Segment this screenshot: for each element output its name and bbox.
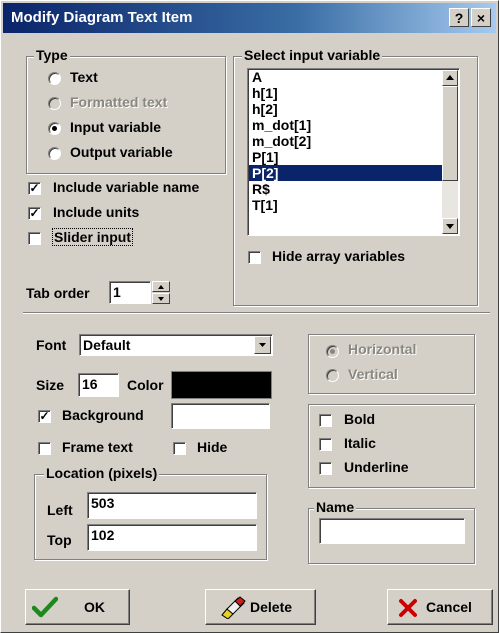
bold-checkbox[interactable]: [319, 414, 332, 427]
left-input[interactable]: 503: [87, 492, 257, 519]
name-group-title: Name: [314, 499, 357, 515]
font-dropdown-button[interactable]: [254, 336, 271, 354]
color-swatch[interactable]: [171, 371, 272, 399]
radio-dot-icon: [52, 126, 57, 131]
variable-list-item[interactable]: R$: [249, 181, 445, 197]
scroll-thumb[interactable]: [442, 86, 458, 181]
eraser-icon: [221, 596, 246, 619]
font-select[interactable]: Default: [79, 334, 273, 356]
include-units-checkbox[interactable]: ✓: [28, 207, 41, 220]
color-label: Color: [127, 377, 164, 393]
type-formatted-text-label: Formatted text: [70, 94, 168, 110]
background-label[interactable]: Background: [62, 407, 144, 423]
type-text-label[interactable]: Text: [70, 69, 98, 85]
checkmark-icon: [32, 596, 58, 618]
size-label: Size: [36, 377, 65, 393]
variable-list-item[interactable]: P[1]: [249, 149, 445, 165]
arrow-down-icon: [446, 224, 454, 229]
hide-checkbox[interactable]: [173, 442, 186, 455]
background-checkbox[interactable]: ✓: [38, 410, 51, 423]
cancel-label: Cancel: [426, 599, 472, 615]
type-output-variable-label[interactable]: Output variable: [70, 144, 173, 160]
type-text-radio[interactable]: [48, 72, 61, 85]
variable-list-item[interactable]: m_dot[2]: [249, 133, 445, 149]
ok-label: OK: [84, 599, 105, 615]
cancel-button[interactable]: Cancel: [387, 589, 493, 625]
include-variable-name-label[interactable]: Include variable name: [53, 179, 199, 195]
tab-order-spinner[interactable]: [152, 281, 170, 304]
variable-list-item[interactable]: h[2]: [249, 101, 445, 117]
size-input[interactable]: 16: [78, 373, 119, 397]
font-label: Font: [36, 337, 67, 353]
arrow-up-icon: [446, 75, 454, 80]
bold-label[interactable]: Bold: [344, 411, 375, 427]
left-label: Left: [47, 502, 73, 518]
type-input-variable-label[interactable]: Input variable: [70, 119, 161, 135]
chevron-down-icon: [259, 343, 266, 347]
variable-listbox[interactable]: Ah[1] h[2] m_dot[1] m_dot[2] P[1] P[2] R$ T[1]: [247, 68, 460, 236]
vertical-radio: [326, 369, 339, 382]
background-color-field[interactable]: [171, 403, 270, 429]
help-button[interactable]: ?: [449, 8, 469, 27]
vertical-label: Vertical: [348, 366, 398, 382]
variable-list-item[interactable]: h[1]: [249, 85, 445, 101]
scroll-up-button[interactable]: [442, 70, 458, 86]
radio-dot-icon: [330, 349, 335, 354]
top-input[interactable]: 102: [87, 524, 257, 551]
spin-down-button[interactable]: [152, 293, 170, 304]
variable-list-item[interactable]: A: [249, 69, 445, 85]
frame-text-label[interactable]: Frame text: [62, 439, 133, 455]
location-group-title: Location (pixels): [44, 465, 160, 481]
arrow-up-icon: [158, 285, 164, 289]
type-formatted-text-radio: [48, 97, 61, 110]
horizontal-radio: [326, 345, 339, 358]
frame-text-checkbox[interactable]: [38, 442, 51, 455]
list-scrollbar[interactable]: [442, 70, 458, 234]
name-input[interactable]: [319, 518, 465, 544]
hide-array-variables-checkbox[interactable]: [248, 251, 261, 264]
text-style-group: [308, 404, 475, 488]
type-input-variable-radio[interactable]: [48, 122, 61, 135]
title-bar[interactable]: Modify Diagram Text Item ? ×: [3, 3, 496, 33]
include-units-label[interactable]: Include units: [53, 204, 139, 220]
include-variable-name-checkbox[interactable]: ✓: [28, 182, 41, 195]
hide-array-variables-label[interactable]: Hide array variables: [272, 248, 405, 264]
variable-group-title: Select input variable: [242, 47, 383, 63]
top-label: Top: [47, 532, 72, 548]
underline-checkbox[interactable]: [319, 462, 332, 475]
arrow-down-icon: [158, 297, 164, 301]
window-title: Modify Diagram Text Item: [11, 9, 193, 26]
italic-label[interactable]: Italic: [344, 435, 376, 451]
type-group-title: Type: [34, 47, 70, 63]
tab-order-input[interactable]: 1: [109, 281, 151, 304]
separator: [23, 312, 490, 314]
delete-button[interactable]: Delete: [205, 589, 316, 625]
tab-order-label: Tab order: [26, 285, 90, 301]
slider-input-checkbox[interactable]: [28, 232, 41, 245]
variable-list-item[interactable]: T[1]: [249, 197, 445, 213]
underline-label[interactable]: Underline: [344, 459, 409, 475]
type-output-variable-radio[interactable]: [48, 147, 61, 160]
modify-diagram-text-item-dialog: Modify Diagram Text Item ? × Type Text F…: [0, 0, 499, 633]
variable-list: Ah[1] h[2] m_dot[1] m_dot[2] P[1] P[2] R$ T[1]: [248, 69, 459, 213]
font-select-value: Default: [83, 337, 131, 353]
close-button[interactable]: ×: [471, 8, 491, 27]
variable-list-item[interactable]: P[2]: [249, 165, 445, 181]
slider-input-label[interactable]: Slider input: [52, 228, 133, 246]
ok-button[interactable]: OK: [25, 589, 130, 625]
delete-label: Delete: [250, 599, 293, 615]
scroll-down-button[interactable]: [442, 218, 458, 234]
italic-checkbox[interactable]: [319, 438, 332, 451]
red-x-icon: [399, 599, 417, 617]
horizontal-label: Horizontal: [348, 341, 417, 357]
variable-list-item[interactable]: m_dot[1]: [249, 117, 445, 133]
spin-up-button[interactable]: [152, 281, 170, 292]
hide-label[interactable]: Hide: [197, 439, 227, 455]
